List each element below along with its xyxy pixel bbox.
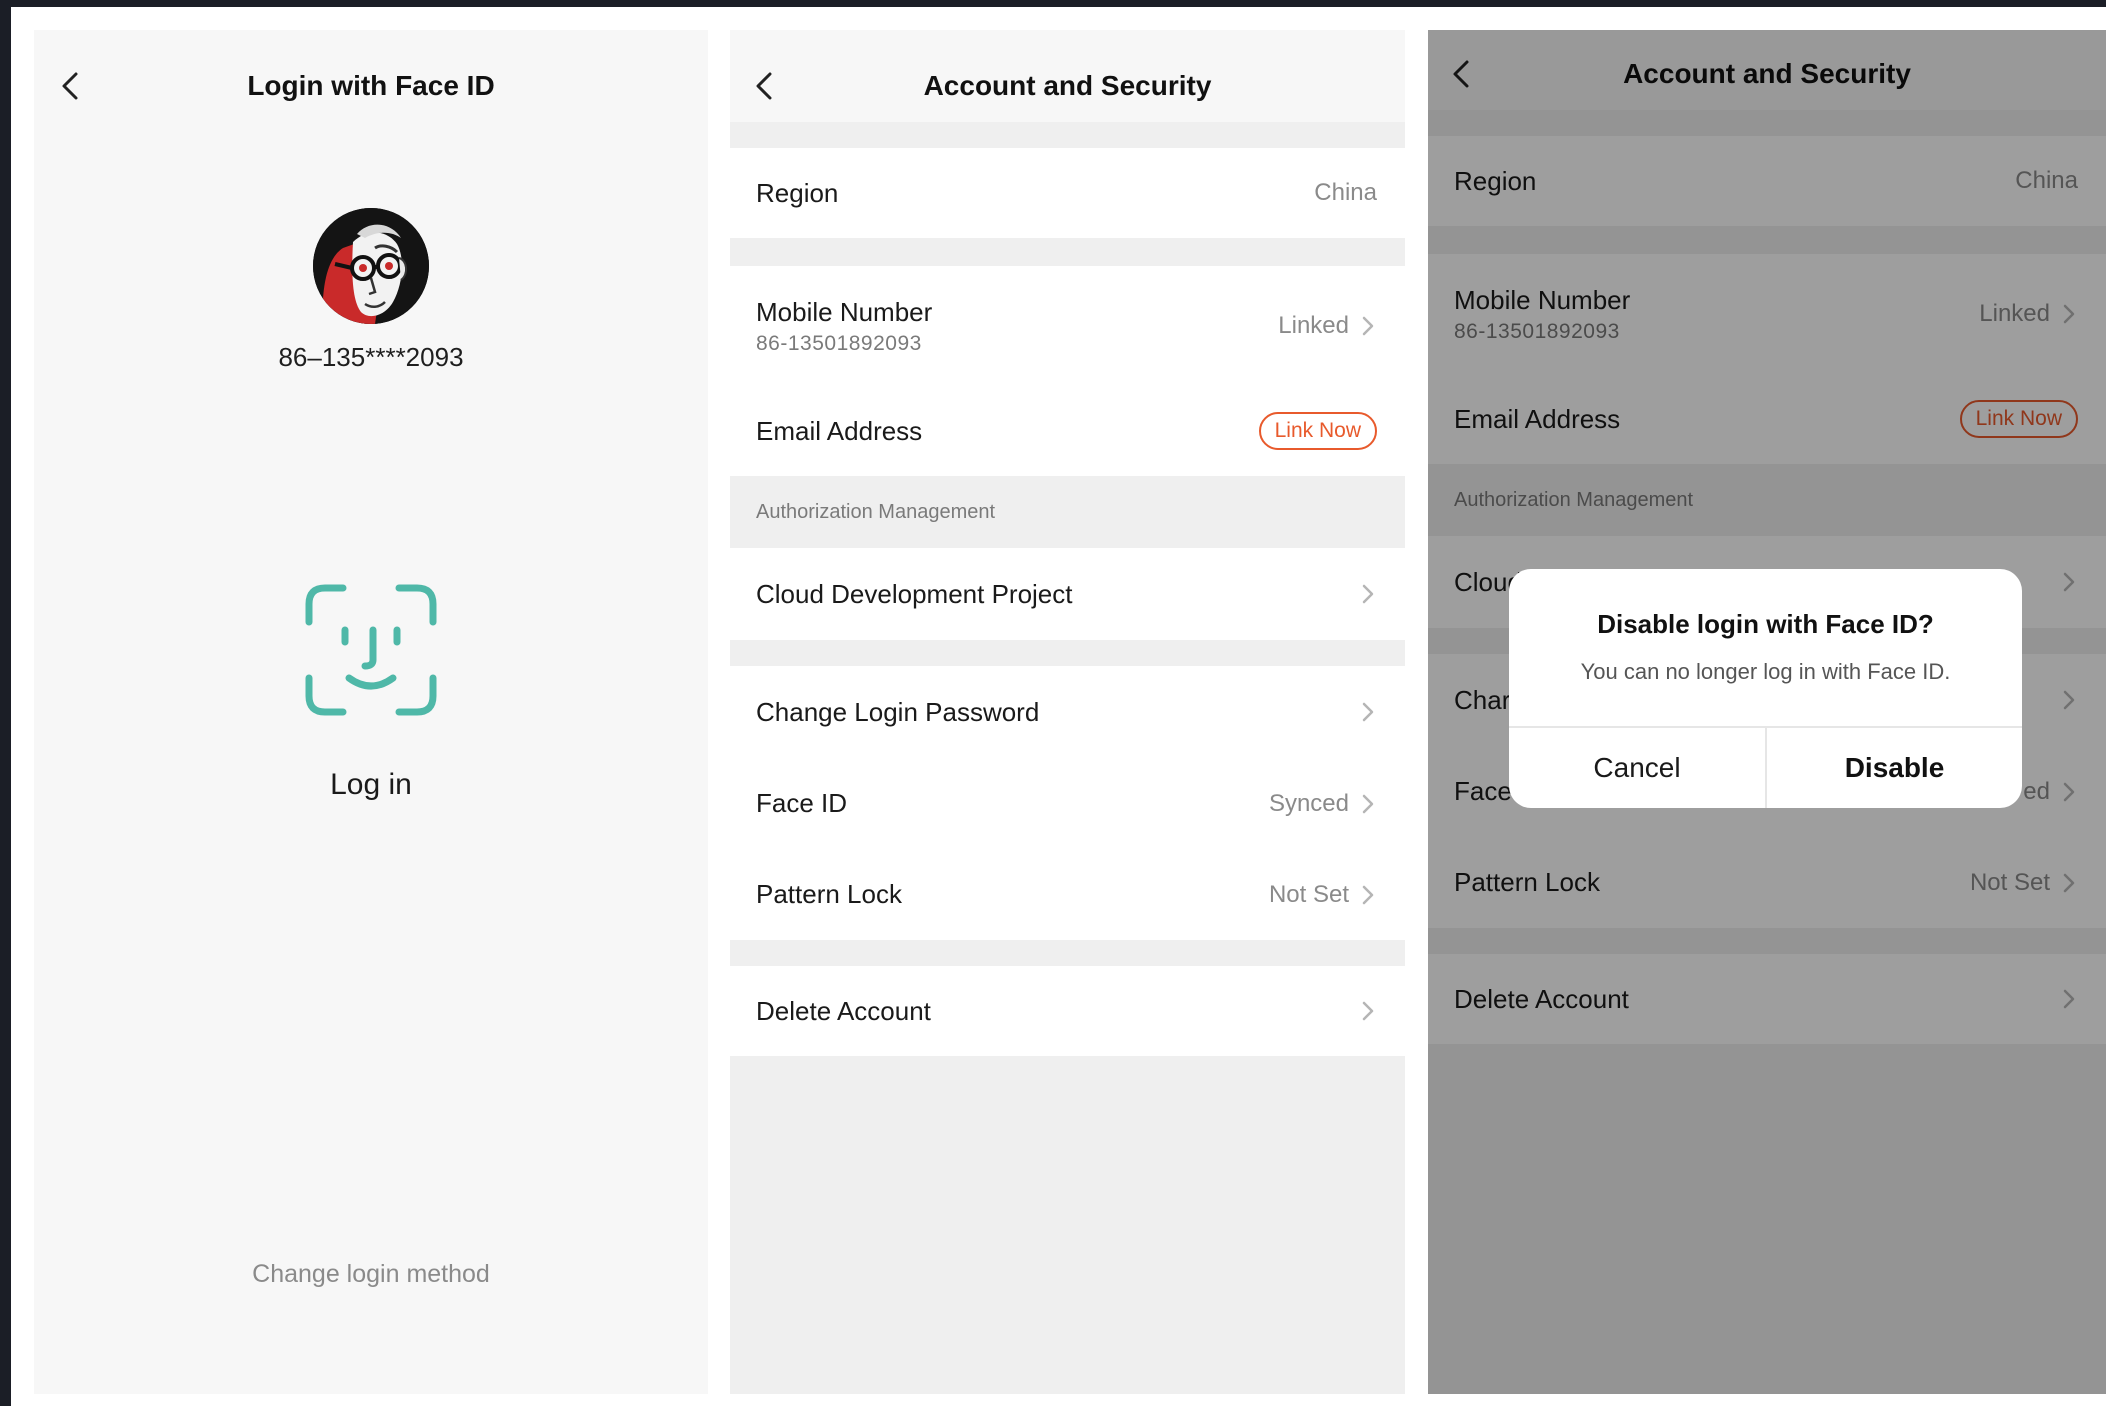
cartoon-avatar-icon — [313, 208, 429, 324]
page-title: Account and Security — [923, 70, 1212, 101]
cloud-project-label: Cloud Development Project — [756, 578, 1073, 609]
pattern-lock-status: Not Set — [1268, 880, 1349, 908]
mobile-number-value: 86-13501892093 — [756, 331, 922, 355]
chevron-right-icon — [1362, 702, 1374, 722]
divider — [730, 238, 1405, 266]
chevron-right-icon — [1362, 1001, 1374, 1021]
disable-button[interactable]: Disable — [1767, 728, 2022, 808]
mobile-status: Linked — [1278, 312, 1349, 339]
empty-area — [730, 1056, 1405, 1394]
section-header: Authorization Management — [730, 476, 1405, 548]
left-border — [0, 0, 11, 1406]
login-face-id-screen: Login with Face ID 86–135****2093 Log in… — [34, 30, 708, 1394]
disable-face-id-dialog-screen: Account and Security Region China Mobile… — [1428, 30, 2106, 1394]
link-now-button[interactable]: Link Now — [1258, 412, 1377, 450]
change-login-method-link[interactable]: Change login method — [34, 1260, 708, 1289]
face-id-icon — [305, 584, 437, 716]
divider — [730, 122, 1405, 148]
top-border — [0, 0, 2106, 7]
delete-account-label: Delete Account — [756, 995, 931, 1026]
region-label: Region — [756, 177, 839, 208]
face-id-row[interactable]: Face ID Synced — [730, 758, 1405, 849]
mobile-number-label: Mobile Number — [756, 296, 933, 327]
pattern-lock-label: Pattern Lock — [756, 879, 902, 909]
account-security-screen: Account and Security Region China Mobile… — [730, 30, 1405, 1394]
email-address-row[interactable]: Email Address Link Now — [730, 386, 1405, 476]
face-id-status: Synced — [1268, 789, 1349, 817]
chevron-right-icon — [1362, 885, 1374, 904]
change-password-label: Change Login Password — [756, 696, 1040, 727]
cloud-development-project-row[interactable]: Cloud Development Project — [730, 548, 1405, 640]
dialog-title: Disable login with Face ID? — [1597, 609, 1934, 639]
face-id-label: Face ID — [756, 788, 848, 818]
mobile-number-row[interactable]: Mobile Number 86-13501892093 Linked — [730, 266, 1405, 386]
divider — [730, 640, 1405, 666]
chevron-right-icon — [1362, 794, 1374, 813]
chevron-right-icon — [1362, 584, 1374, 604]
page-title: Login with Face ID — [247, 70, 495, 101]
cancel-button[interactable]: Cancel — [1509, 728, 1765, 808]
region-value: China — [1314, 179, 1377, 206]
settings-list: Region China Mobile Number 86-1350189209… — [730, 122, 1405, 1394]
region-row[interactable]: Region China — [730, 148, 1405, 238]
pattern-lock-row[interactable]: Pattern Lock Not Set — [730, 849, 1405, 940]
authorization-management-header: Authorization Management — [756, 500, 996, 523]
delete-account-row[interactable]: Delete Account — [730, 966, 1405, 1056]
account-number: 86–135****2093 — [278, 342, 464, 372]
login-label[interactable]: Log in — [34, 768, 708, 802]
face-id-login-button[interactable] — [301, 580, 441, 720]
avatar — [313, 208, 429, 324]
chevron-right-icon — [1362, 316, 1374, 336]
dialog-message: You can no longer log in with Face ID. — [1580, 659, 1951, 684]
divider — [730, 940, 1405, 966]
change-login-password-row[interactable]: Change Login Password — [730, 666, 1405, 758]
disable-face-id-dialog: Disable login with Face ID? You can no l… — [1509, 569, 2022, 808]
email-address-label: Email Address — [756, 415, 923, 446]
